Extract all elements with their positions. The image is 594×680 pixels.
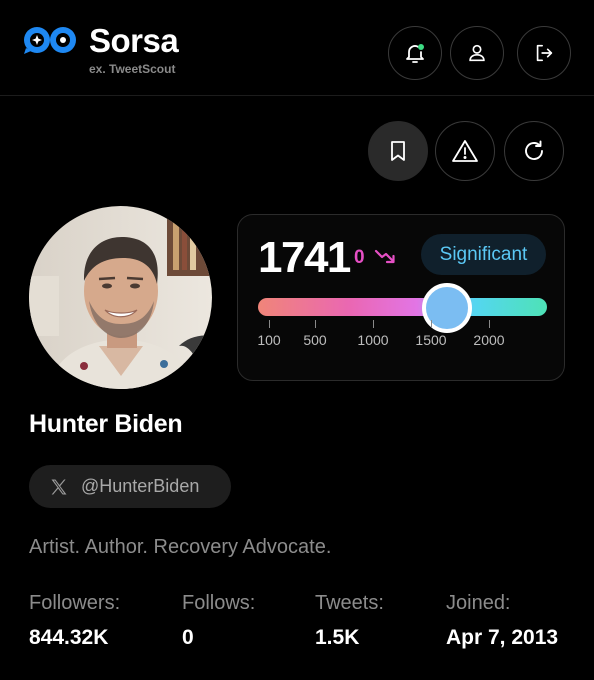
significance-badge: Significant (421, 234, 546, 275)
score-card: 1741 0 Significant 100 500 1000 1500 200… (237, 214, 565, 381)
logout-button[interactable] (517, 26, 571, 80)
bookmark-icon (391, 141, 405, 161)
score-value: 1741 (258, 233, 351, 282)
tick-mark (431, 320, 432, 328)
trend-down-icon (374, 249, 395, 264)
score-delta: 0 (354, 247, 365, 268)
report-button[interactable] (435, 121, 495, 181)
stat-label: Follows: (182, 592, 256, 614)
stat-label: Joined: (446, 592, 511, 614)
logout-icon (536, 44, 553, 62)
warning-icon (452, 140, 478, 162)
score-slider-thumb[interactable] (422, 283, 472, 333)
notifications-button[interactable] (388, 26, 442, 80)
app-header: Sorsa ex. TweetScout (0, 0, 594, 96)
profile-button[interactable] (450, 26, 504, 80)
refresh-button[interactable] (504, 121, 564, 181)
tick-mark (373, 320, 374, 328)
score-slider-track (258, 298, 547, 316)
tick-mark (315, 320, 316, 328)
tick-mark (269, 320, 270, 328)
refresh-icon (525, 140, 543, 160)
profile-name: Hunter Biden (29, 410, 183, 438)
tick-mark (489, 320, 490, 328)
stat-label: Followers: (29, 592, 121, 614)
brand-subtitle: ex. TweetScout (89, 62, 176, 76)
x-logo-icon (51, 479, 67, 494)
stat-joined: Joined: Apr 7, 2013 (446, 592, 558, 650)
twitter-handle-link[interactable]: @HunterBiden (29, 465, 231, 508)
user-icon (469, 44, 485, 62)
profile-bio: Artist. Author. Recovery Advocate. (29, 536, 332, 558)
stat-tweets: Tweets: 1.5K (315, 592, 384, 650)
tick-label: 1000 (357, 332, 389, 348)
stat-value: 1.5K (315, 626, 360, 649)
twitter-handle: @HunterBiden (81, 476, 200, 496)
stat-value: 0 (182, 626, 194, 649)
stat-value: 844.32K (29, 626, 109, 649)
stat-label: Tweets: (315, 592, 384, 614)
avatar (29, 206, 212, 389)
brand-name: Sorsa (89, 22, 179, 59)
tick-label: 2000 (473, 332, 505, 348)
bookmark-button[interactable] (368, 121, 428, 181)
stat-value: Apr 7, 2013 (446, 626, 559, 649)
stat-followers: Followers: 844.32K (29, 592, 120, 650)
tick-label: 1500 (415, 332, 447, 348)
tick-label: 500 (303, 332, 327, 348)
stat-follows: Follows: 0 (182, 592, 255, 650)
bell-icon (406, 44, 424, 63)
sorsa-logo-icon[interactable] (22, 24, 78, 56)
